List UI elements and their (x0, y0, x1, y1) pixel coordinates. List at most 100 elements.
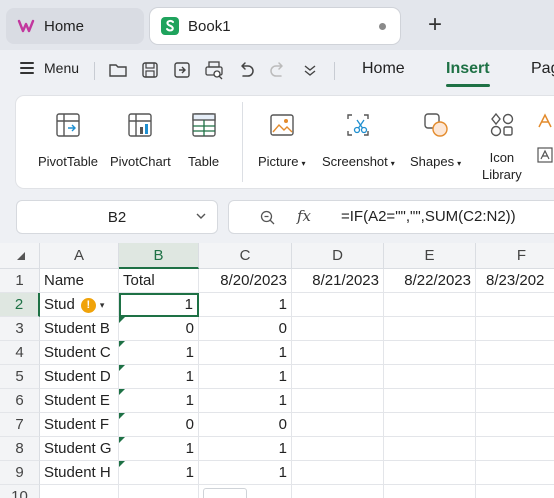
cell-e8[interactable] (384, 437, 476, 461)
cell-a5[interactable]: Student D (40, 365, 119, 389)
cell-b3[interactable]: 0 (119, 317, 199, 341)
cell-f3[interactable] (476, 317, 554, 341)
cell-a10[interactable] (40, 485, 119, 498)
cell-e6[interactable] (384, 389, 476, 413)
column-header-c[interactable]: C (199, 243, 292, 269)
cell-e10[interactable] (384, 485, 476, 498)
cell-a7[interactable]: Student F (40, 413, 119, 437)
cell-b4[interactable]: 1 (119, 341, 199, 365)
cell-d3[interactable] (292, 317, 384, 341)
row-header-8[interactable]: 8 (0, 437, 40, 461)
row-header-4[interactable]: 4 (0, 341, 40, 365)
cell-a4[interactable]: Student C (40, 341, 119, 365)
print-preview-icon[interactable] (204, 60, 224, 80)
formula-input[interactable]: =IF(A2="","",SUM(C2:N2)) (341, 208, 516, 225)
cell-a6[interactable]: Student E (40, 389, 119, 413)
cell-a9[interactable]: Student H (40, 461, 119, 485)
menu-button[interactable]: Menu (20, 60, 79, 76)
cell-b2[interactable]: 1 (119, 293, 199, 317)
new-tab-plus-icon[interactable]: + (424, 12, 446, 38)
row-header-5[interactable]: 5 (0, 365, 40, 389)
wordart-icon[interactable] (536, 112, 554, 130)
customize-toolbar-chevron-icon[interactable] (300, 60, 320, 80)
row-header-1[interactable]: 1 (0, 269, 40, 293)
cell-c8[interactable]: 1 (199, 437, 292, 461)
name-box[interactable]: B2 (16, 200, 218, 234)
export-icon[interactable] (172, 60, 192, 80)
cell-f4[interactable] (476, 341, 554, 365)
cell-d2[interactable] (292, 293, 384, 317)
row-header-2[interactable]: 2 (0, 293, 40, 317)
cell-f8[interactable] (476, 437, 554, 461)
error-warning-icon[interactable]: ! (80, 297, 96, 313)
tab-home[interactable]: Home (362, 60, 405, 78)
pivotchart-button[interactable]: PivotChart (110, 110, 171, 169)
cell-c4[interactable]: 1 (199, 341, 292, 365)
cell-e3[interactable] (384, 317, 476, 341)
row-header-6[interactable]: 6 (0, 389, 40, 413)
cell-d10[interactable] (292, 485, 384, 498)
icon-library-button[interactable]: Icon Library (482, 110, 522, 182)
cell-d9[interactable] (292, 461, 384, 485)
cell-b7[interactable]: 0 (119, 413, 199, 437)
row-header-3[interactable]: 3 (0, 317, 40, 341)
table-button[interactable]: Table (188, 110, 219, 169)
row-header-9[interactable]: 9 (0, 461, 40, 485)
cell-b10[interactable] (119, 485, 199, 498)
cell-d6[interactable] (292, 389, 384, 413)
screenshot-button[interactable]: Screenshot ▾ (322, 110, 395, 169)
cell-c5[interactable]: 1 (199, 365, 292, 389)
fx-icon[interactable]: fx (297, 207, 311, 225)
picture-button[interactable]: Picture ▾ (258, 110, 305, 169)
cell-b5[interactable]: 1 (119, 365, 199, 389)
cell-f9[interactable] (476, 461, 554, 485)
cell-b6[interactable]: 1 (119, 389, 199, 413)
pivottable-button[interactable]: PivotTable (38, 110, 98, 169)
tab-insert[interactable]: Insert (446, 60, 490, 87)
cell-f1[interactable]: 8/23/202 (476, 269, 554, 293)
quick-analysis-icon[interactable] (203, 488, 247, 498)
open-folder-icon[interactable] (108, 60, 128, 80)
cell-a1[interactable]: Name (40, 269, 119, 293)
formula-bar[interactable]: fx =IF(A2="","",SUM(C2:N2)) (228, 200, 554, 234)
cell-d4[interactable] (292, 341, 384, 365)
shapes-button[interactable]: Shapes ▾ (410, 110, 461, 169)
error-options-chevron-icon[interactable]: ▾ (100, 300, 105, 310)
cell-b8[interactable]: 1 (119, 437, 199, 461)
cell-c3[interactable]: 0 (199, 317, 292, 341)
cell-f5[interactable] (476, 365, 554, 389)
cell-a2[interactable]: Stud! ▾ (40, 293, 119, 317)
cell-e2[interactable] (384, 293, 476, 317)
zoom-search-icon[interactable] (259, 209, 277, 227)
column-header-e[interactable]: E (384, 243, 476, 269)
home-tab[interactable]: Home (6, 8, 144, 44)
cell-e5[interactable] (384, 365, 476, 389)
cell-e1[interactable]: 8/22/2023 (384, 269, 476, 293)
select-all-corner[interactable] (0, 243, 40, 269)
row-header-10[interactable]: 10 (0, 485, 40, 498)
spreadsheet-grid[interactable]: A B C D E F 1 Name Total 8/20/2023 8/21/… (0, 243, 554, 498)
textbox-icon[interactable] (536, 146, 554, 164)
row-header-7[interactable]: 7 (0, 413, 40, 437)
cell-f6[interactable] (476, 389, 554, 413)
cell-c6[interactable]: 1 (199, 389, 292, 413)
cell-e9[interactable] (384, 461, 476, 485)
book1-tab[interactable]: Book1 (150, 8, 400, 44)
cell-c2[interactable]: 1 (199, 293, 292, 317)
cell-d7[interactable] (292, 413, 384, 437)
chevron-down-icon[interactable] (195, 210, 207, 222)
cell-f2[interactable] (476, 293, 554, 317)
cell-f7[interactable] (476, 413, 554, 437)
cell-e4[interactable] (384, 341, 476, 365)
cell-b1[interactable]: Total (119, 269, 199, 293)
cell-d8[interactable] (292, 437, 384, 461)
column-header-a[interactable]: A (40, 243, 119, 269)
cell-a3[interactable]: Student B (40, 317, 119, 341)
undo-icon[interactable] (236, 60, 256, 80)
cell-a8[interactable]: Student G (40, 437, 119, 461)
save-icon[interactable] (140, 60, 160, 80)
redo-icon[interactable] (268, 60, 288, 80)
cell-c1[interactable]: 8/20/2023 (199, 269, 292, 293)
column-header-d[interactable]: D (292, 243, 384, 269)
unsaved-dot-icon[interactable] (379, 23, 386, 30)
